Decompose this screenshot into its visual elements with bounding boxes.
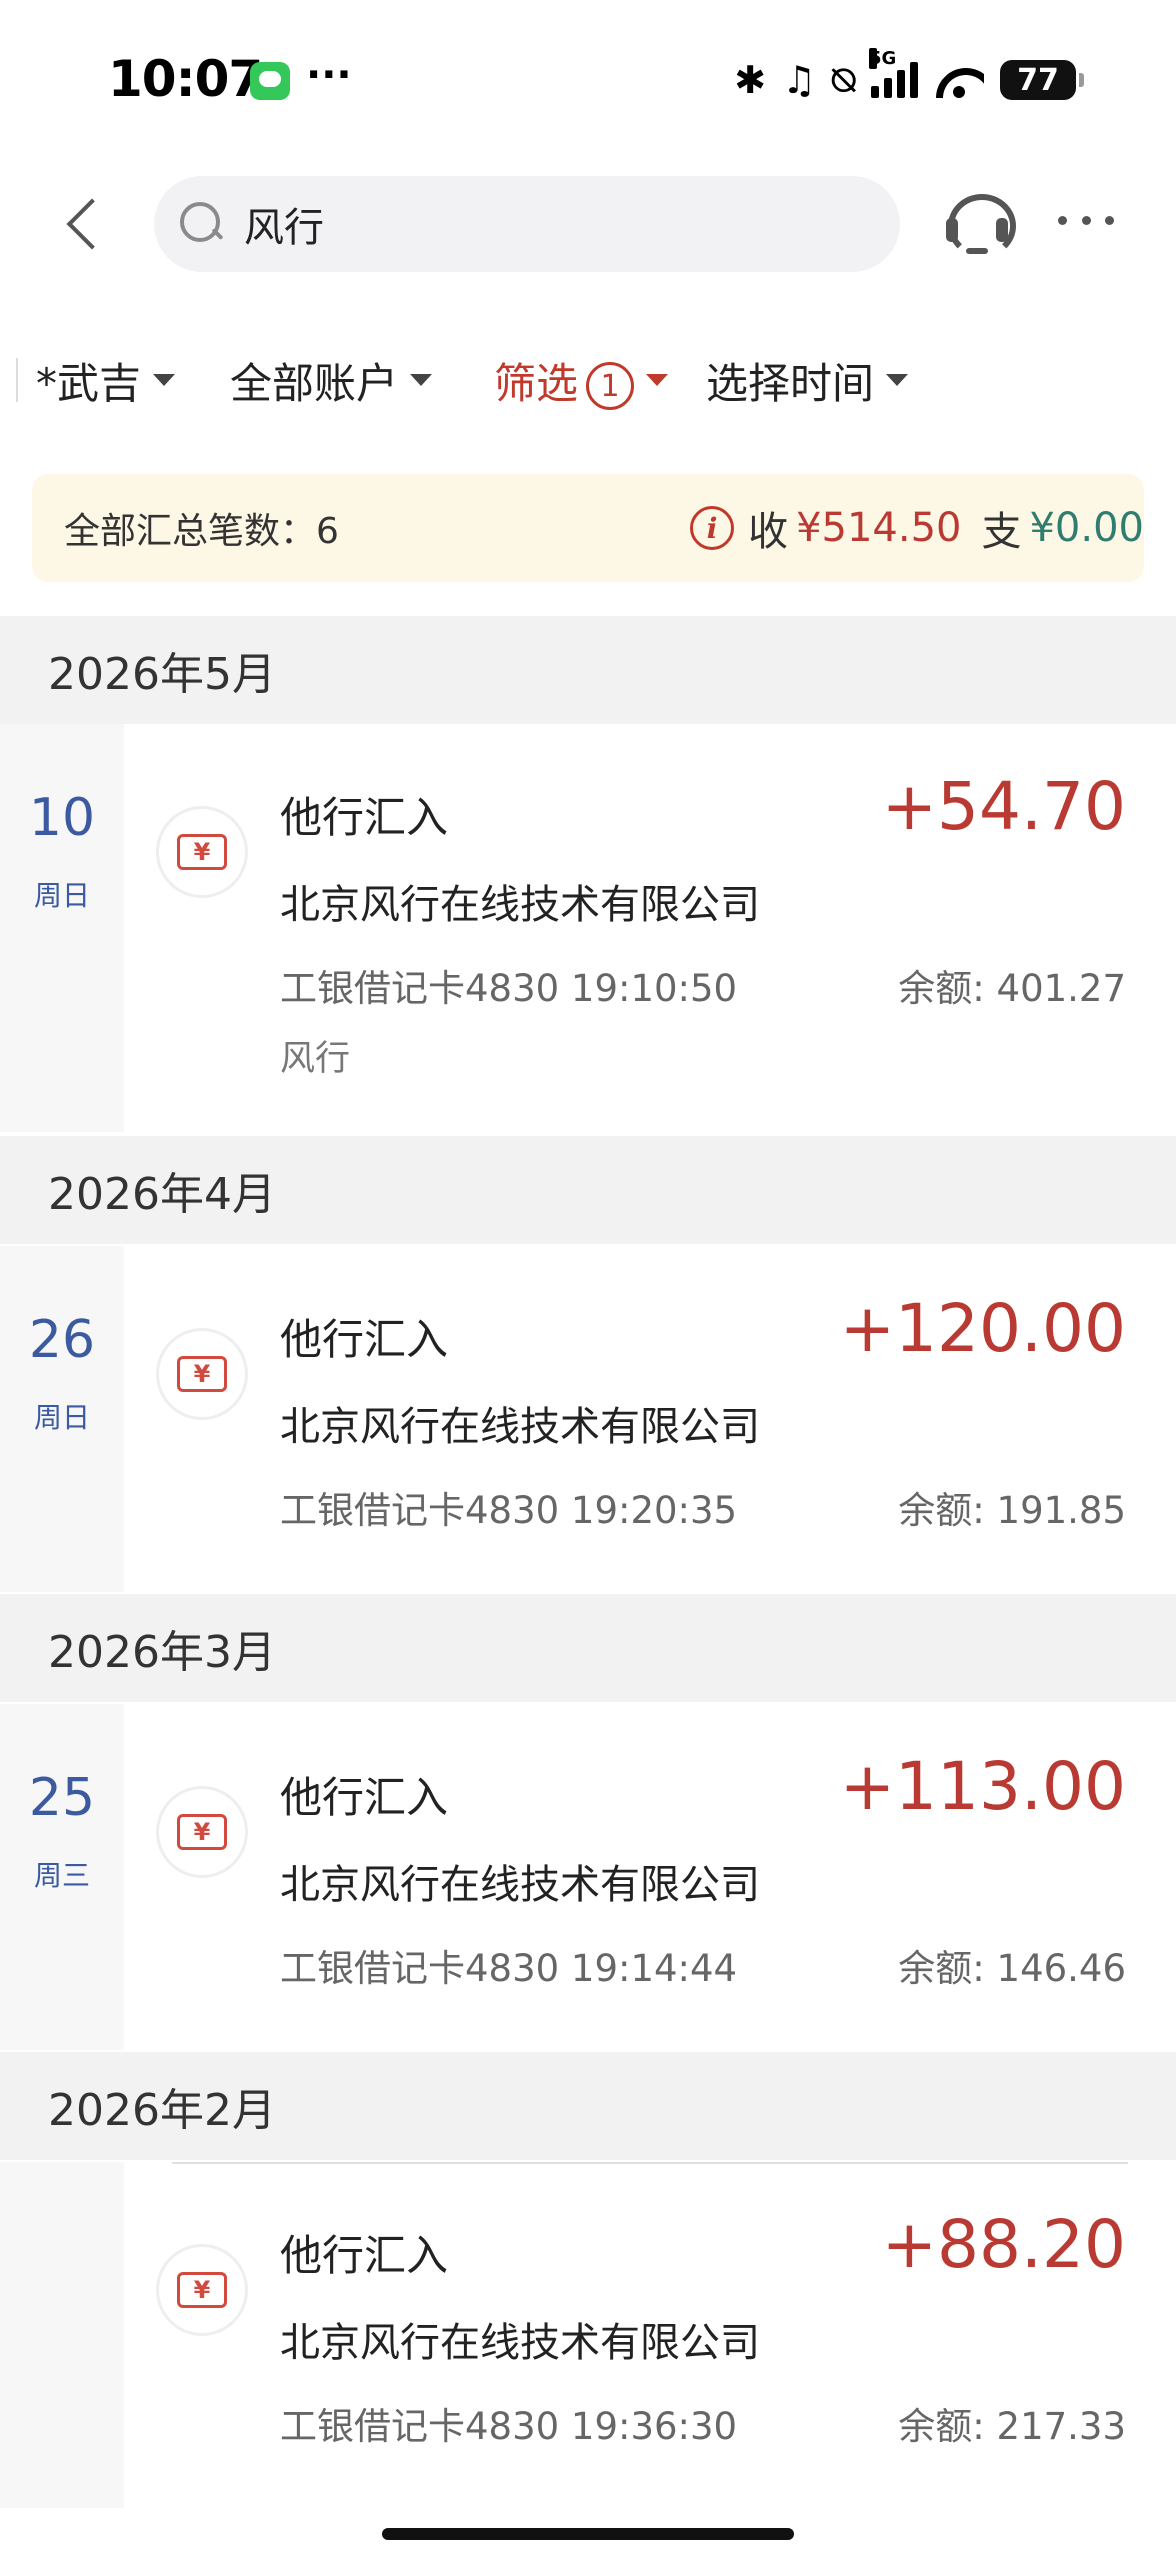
income-total: ¥514.50 [796,505,962,551]
filter-time[interactable]: 选择时间 [706,350,909,410]
transaction-card-time: 工银借记卡4830 19:20:35 [280,1489,738,1532]
filter-divider [16,358,18,402]
filter-person-label: *武吉 [36,358,142,408]
transaction-counterparty: 北京风行在线技术有限公司 [280,1862,760,1908]
month-header: 2026年3月 [0,1594,1176,1702]
date-column: 10 周日 [0,724,124,1132]
date-column: 25 周三 [0,1704,124,2050]
day-number: 26 [28,1310,96,1370]
headset-icon [946,218,958,242]
home-indicator[interactable] [382,2528,794,2540]
caret-down-icon [886,374,909,386]
search-box[interactable] [154,176,900,272]
filter-account-label: 全部账户 [230,358,399,408]
filter-screen[interactable]: 筛选 1 [494,350,669,410]
messages-icon [250,62,290,100]
month-header: 2026年5月 [0,616,1176,724]
mute-bell-icon: ⍉ [832,58,855,102]
info-icon[interactable]: i [690,506,735,550]
transaction-card-time: 工银借记卡4830 19:36:30 [280,2405,738,2448]
filter-time-label: 选择时间 [706,358,875,408]
headset-icon-part [996,218,1008,242]
transaction-balance: 余额: 146.46 [898,1947,1126,1990]
expense-label: 支 [981,509,1022,555]
transaction-counterparty: 北京风行在线技术有限公司 [280,2320,760,2366]
more-dot-icon [1081,215,1091,225]
more-dot-icon [1058,215,1067,225]
transaction-amount: +113.00 [839,1748,1126,1825]
weekday: 周日 [33,1401,90,1434]
transaction-title: 他行汇入 [280,1315,449,1364]
transfer-icon: ¥ [156,1328,248,1420]
transaction-note: 风行 [280,1039,351,1079]
status-icons: ✱ ♫ ⍉ 5G 77 [734,48,1084,108]
more-button[interactable] [1058,190,1114,250]
cellular-signal-icon: 5G [869,48,918,98]
transaction-balance: 余额: 191.85 [898,1489,1126,1532]
search-header [0,170,1176,280]
caret-down-icon [646,374,669,386]
transaction-title: 他行汇入 [280,2231,449,2280]
row-divider [172,2162,1128,2164]
transaction-title: 他行汇入 [280,793,449,842]
expense-total: ¥0.00 [1029,505,1144,551]
search-icon [178,200,224,246]
weekday: 周日 [33,879,90,912]
transaction-amount: +120.00 [839,1290,1126,1367]
transaction-item[interactable]: 25 周三 ¥ 他行汇入 +113.00 北京风行在线技术有限公司 工银借记卡4… [0,1704,1176,2050]
transfer-icon: ¥ [156,2244,248,2336]
transaction-item[interactable]: 10 周日 ¥ 他行汇入 +54.70 北京风行在线技术有限公司 工银借记卡48… [0,724,1176,1132]
transaction-item[interactable]: ¥ 他行汇入 +88.20 北京风行在线技术有限公司 工银借记卡4830 19:… [0,2162,1176,2508]
search-input[interactable] [244,176,844,272]
bluetooth-icon: ✱ [734,58,767,102]
transaction-item[interactable]: 26 周日 ¥ 他行汇入 +120.00 北京风行在线技术有限公司 工银借记卡4… [0,1246,1176,1592]
headphones-icon: ♫ [782,58,817,102]
status-bar: 10:07 ··· ✱ ♫ ⍉ 5G 77 [0,0,1176,150]
status-time: 10:07 [108,50,263,108]
more-dot-icon [1105,215,1114,225]
transaction-balance: 余额: 217.33 [898,2405,1126,2448]
month-header: 2026年2月 [0,2052,1176,2160]
day-number: 25 [28,1768,96,1828]
month-header: 2026年4月 [0,1136,1176,1244]
filter-person[interactable]: *武吉 [36,350,176,410]
battery-icon: 77 [1000,60,1084,100]
transaction-amount: +54.70 [881,768,1126,845]
day-number: 10 [28,788,96,848]
wifi-icon [934,62,984,98]
transaction-counterparty: 北京风行在线技术有限公司 [280,882,760,928]
transaction-title: 他行汇入 [280,1773,449,1822]
income-label: 收 [748,509,789,555]
date-column: 26 周日 [0,1246,124,1592]
status-dots: ··· [306,52,352,98]
network-type: 5G [869,48,897,69]
caret-down-icon [153,374,176,386]
transaction-counterparty: 北京风行在线技术有限公司 [280,1404,760,1450]
transaction-card-time: 工银借记卡4830 19:14:44 [280,1947,738,1990]
headset-mic-part [966,248,988,254]
filter-count-badge: 1 [586,362,635,410]
back-button[interactable] [50,184,120,264]
date-column [0,2162,124,2508]
caret-down-icon [410,374,433,386]
transaction-balance: 余额: 401.27 [898,967,1126,1010]
summary-banner: 全部汇总笔数：6 i 收 ¥514.50 支 ¥0.00 [32,474,1144,582]
back-chevron-icon [66,198,118,250]
transaction-amount: +88.20 [881,2206,1126,2283]
filter-screen-label: 筛选 [494,358,579,408]
transfer-icon: ¥ [156,1786,248,1878]
summary-totals: i 收 ¥514.50 支 ¥0.00 [690,474,1144,582]
filter-bar: *武吉 全部账户 筛选 1 选择时间 [0,340,1176,420]
filter-account[interactable]: 全部账户 [230,350,433,410]
transfer-icon: ¥ [156,806,248,898]
transaction-card-time: 工银借记卡4830 19:10:50 [280,967,738,1010]
customer-service-button[interactable] [942,188,1016,258]
summary-count: 全部汇总笔数：6 [64,511,339,552]
weekday: 周三 [33,1859,90,1892]
